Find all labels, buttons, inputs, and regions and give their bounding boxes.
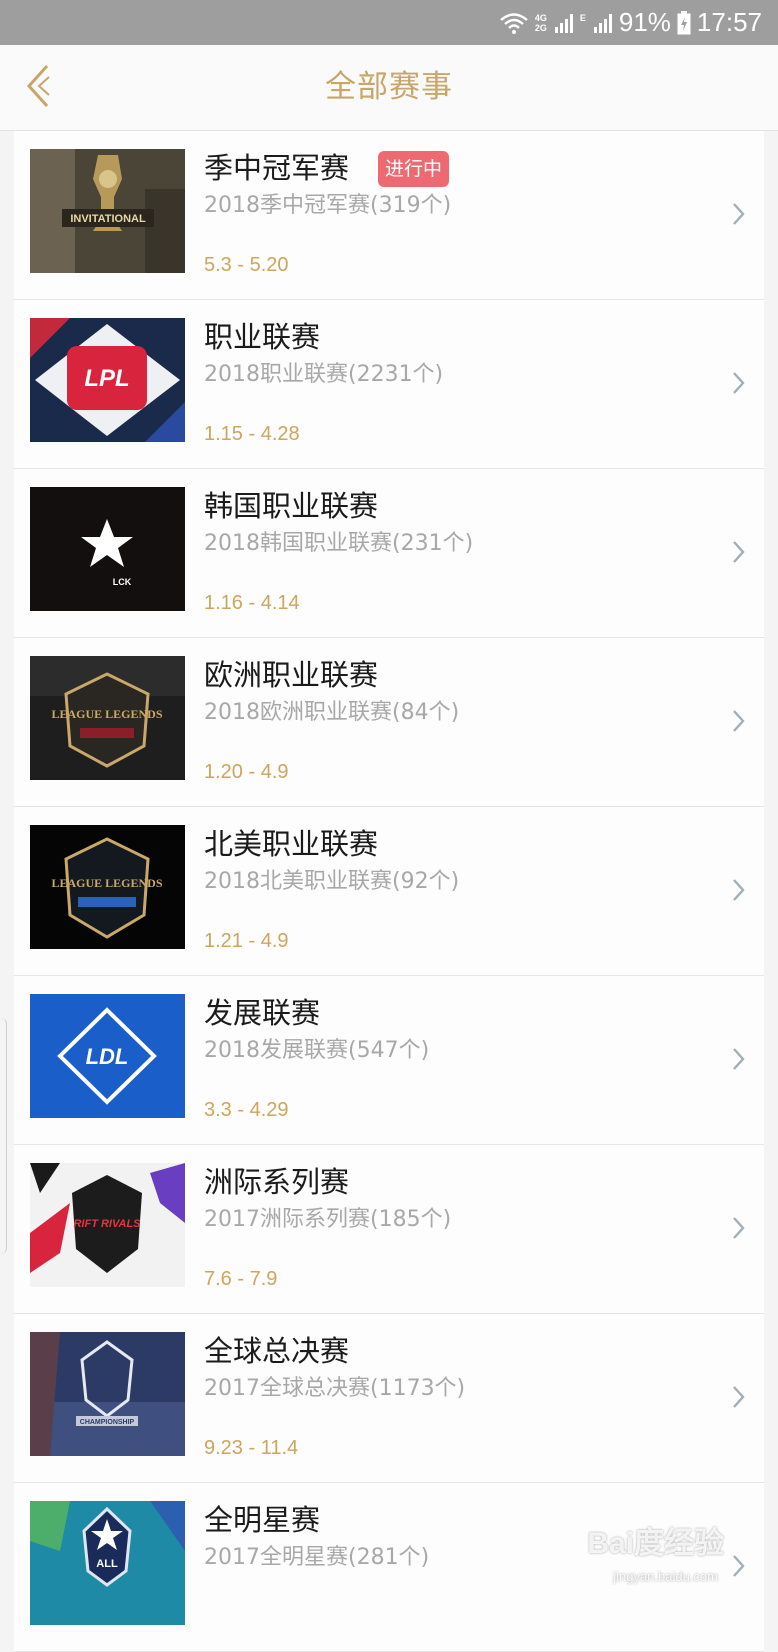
page-title: 全部赛事 [325, 69, 453, 105]
status-badge: 进行中 [378, 151, 450, 187]
signal-icon-2 [593, 12, 613, 34]
status-icons: 4G 2G E 91% 17:57 [499, 0, 762, 45]
event-card-eu-lcs[interactable]: LEAGUE LEGENDS 欧洲职业联赛 2018欧洲职业联赛(84个) 1.… [14, 638, 764, 807]
watermark-brand: Bai度经验 [587, 1527, 724, 1560]
event-card-na-lcs[interactable]: LEAGUE LEGENDS 北美职业联赛 2018北美职业联赛(92个) 1.… [14, 807, 764, 976]
event-name: 发展联赛 [204, 996, 321, 1030]
ldl-logo-text: LDL [86, 1044, 129, 1069]
wifi-icon [499, 11, 529, 35]
lck-logo-text: LCK [113, 577, 132, 587]
chevron-right-icon [730, 1044, 748, 1074]
rift-rivals-logo: RIFT RIVALS [30, 1163, 185, 1287]
event-subtitle: 2018季中冠军赛(319个) [204, 193, 452, 218]
event-list: INVITATIONAL 季中冠军赛 进行中 2018季中冠军赛(319个) 5… [14, 131, 764, 1652]
event-dates: 1.15 - 4.28 [204, 423, 300, 445]
chevron-right-icon [730, 875, 748, 905]
chevron-right-icon [730, 199, 748, 229]
msi-logo-text: INVITATIONAL [70, 213, 146, 225]
event-card-worlds[interactable]: CHAMPIONSHIP 全球总决赛 2017全球总决赛(1173个) 9.23… [14, 1314, 764, 1483]
na-lcs-logo: LEAGUE LEGENDS [30, 825, 185, 949]
event-dates: 1.20 - 4.9 [204, 761, 289, 783]
lck-logo: LCK [30, 487, 185, 611]
network-4g-label: 4G [534, 12, 547, 23]
network-2g-label: 2G [534, 22, 547, 33]
event-subtitle: 2018发展联赛(547个) [204, 1038, 430, 1063]
chevron-right-icon [730, 537, 748, 567]
watermark-url: jingyan.baidu.com [613, 1569, 718, 1584]
signal-icon [554, 12, 574, 34]
all-star-logo-text: ALL [96, 1558, 118, 1570]
chevron-right-icon [730, 1382, 748, 1412]
event-name: 韩国职业联赛 [204, 489, 379, 523]
lpl-logo-text: LPL [84, 365, 129, 392]
all-star-logo: ALL [30, 1501, 185, 1625]
battery-charging-icon [677, 10, 691, 35]
clock: 17:57 [696, 7, 762, 37]
worlds-logo-text: CHAMPIONSHIP [80, 1419, 135, 1426]
event-dates: 7.6 - 7.9 [204, 1268, 278, 1290]
event-subtitle: 2017全明星赛(281个) [204, 1545, 430, 1570]
chevron-right-icon [730, 368, 748, 398]
event-subtitle: 2018职业联赛(2231个) [204, 362, 444, 387]
event-subtitle: 2018北美职业联赛(92个) [204, 869, 460, 894]
na-lcs-logo-text: LEAGUE LEGENDS [51, 876, 162, 890]
battery-percent: 91% [618, 7, 671, 37]
event-subtitle: 2017全球总决赛(1173个) [204, 1376, 466, 1401]
event-dates: 1.16 - 4.14 [204, 592, 300, 614]
event-dates: 1.21 - 4.9 [204, 930, 289, 952]
event-subtitle: 2017洲际系列赛(185个) [204, 1207, 452, 1232]
event-name: 欧洲职业联赛 [204, 658, 379, 692]
event-card-rift-rivals[interactable]: RIFT RIVALS 洲际系列赛 2017洲际系列赛(185个) 7.6 - … [14, 1145, 764, 1314]
chevron-right-icon [730, 1551, 748, 1581]
event-card-lpl[interactable]: LPL 职业联赛 2018职业联赛(2231个) 1.15 - 4.28 [14, 300, 764, 469]
network-e-label: E [579, 12, 586, 23]
event-card-msi[interactable]: INVITATIONAL 季中冠军赛 进行中 2018季中冠军赛(319个) 5… [14, 131, 764, 300]
event-dates: 3.3 - 4.29 [204, 1099, 289, 1121]
chevron-right-icon [730, 706, 748, 736]
eu-lcs-logo-text: LEAGUE LEGENDS [51, 707, 162, 721]
event-card-lck[interactable]: LCK 韩国职业联赛 2018韩国职业联赛(231个) 1.16 - 4.14 [14, 469, 764, 638]
ldl-logo: LDL [30, 994, 185, 1118]
event-subtitle: 2018韩国职业联赛(231个) [204, 531, 474, 556]
event-name: 职业联赛 [204, 320, 321, 354]
event-card-ldl[interactable]: LDL 发展联赛 2018发展联赛(547个) 3.3 - 4.29 [14, 976, 764, 1145]
worlds-logo: CHAMPIONSHIP [30, 1332, 185, 1456]
rift-rivals-logo-text: RIFT RIVALS [73, 1218, 141, 1230]
event-name: 全明星赛 [204, 1503, 321, 1537]
lpl-logo: LPL [30, 318, 185, 442]
event-name: 北美职业联赛 [204, 827, 379, 861]
event-dates: 5.3 - 5.20 [204, 254, 289, 276]
event-name: 季中冠军赛 [204, 151, 350, 185]
eu-lcs-logo: LEAGUE LEGENDS [30, 656, 185, 780]
network-type-labels: 4G 2G [535, 13, 547, 33]
app-header: 全部赛事 [0, 45, 778, 131]
network-e-label-wrap: E [580, 13, 586, 33]
event-dates: 9.23 - 11.4 [204, 1437, 299, 1459]
status-bar: 4G 2G E 91% 17:57 [0, 0, 778, 45]
event-card-all-star[interactable]: ALL 全明星赛 2017全明星赛(281个) [14, 1483, 764, 1652]
msi-logo: INVITATIONAL [30, 149, 185, 273]
edge-panel-handle[interactable] [0, 1018, 7, 1254]
event-name: 全球总决赛 [204, 1334, 350, 1368]
chevron-right-icon [730, 1213, 748, 1243]
event-subtitle: 2018欧洲职业联赛(84个) [204, 700, 460, 725]
event-name: 洲际系列赛 [204, 1165, 350, 1199]
